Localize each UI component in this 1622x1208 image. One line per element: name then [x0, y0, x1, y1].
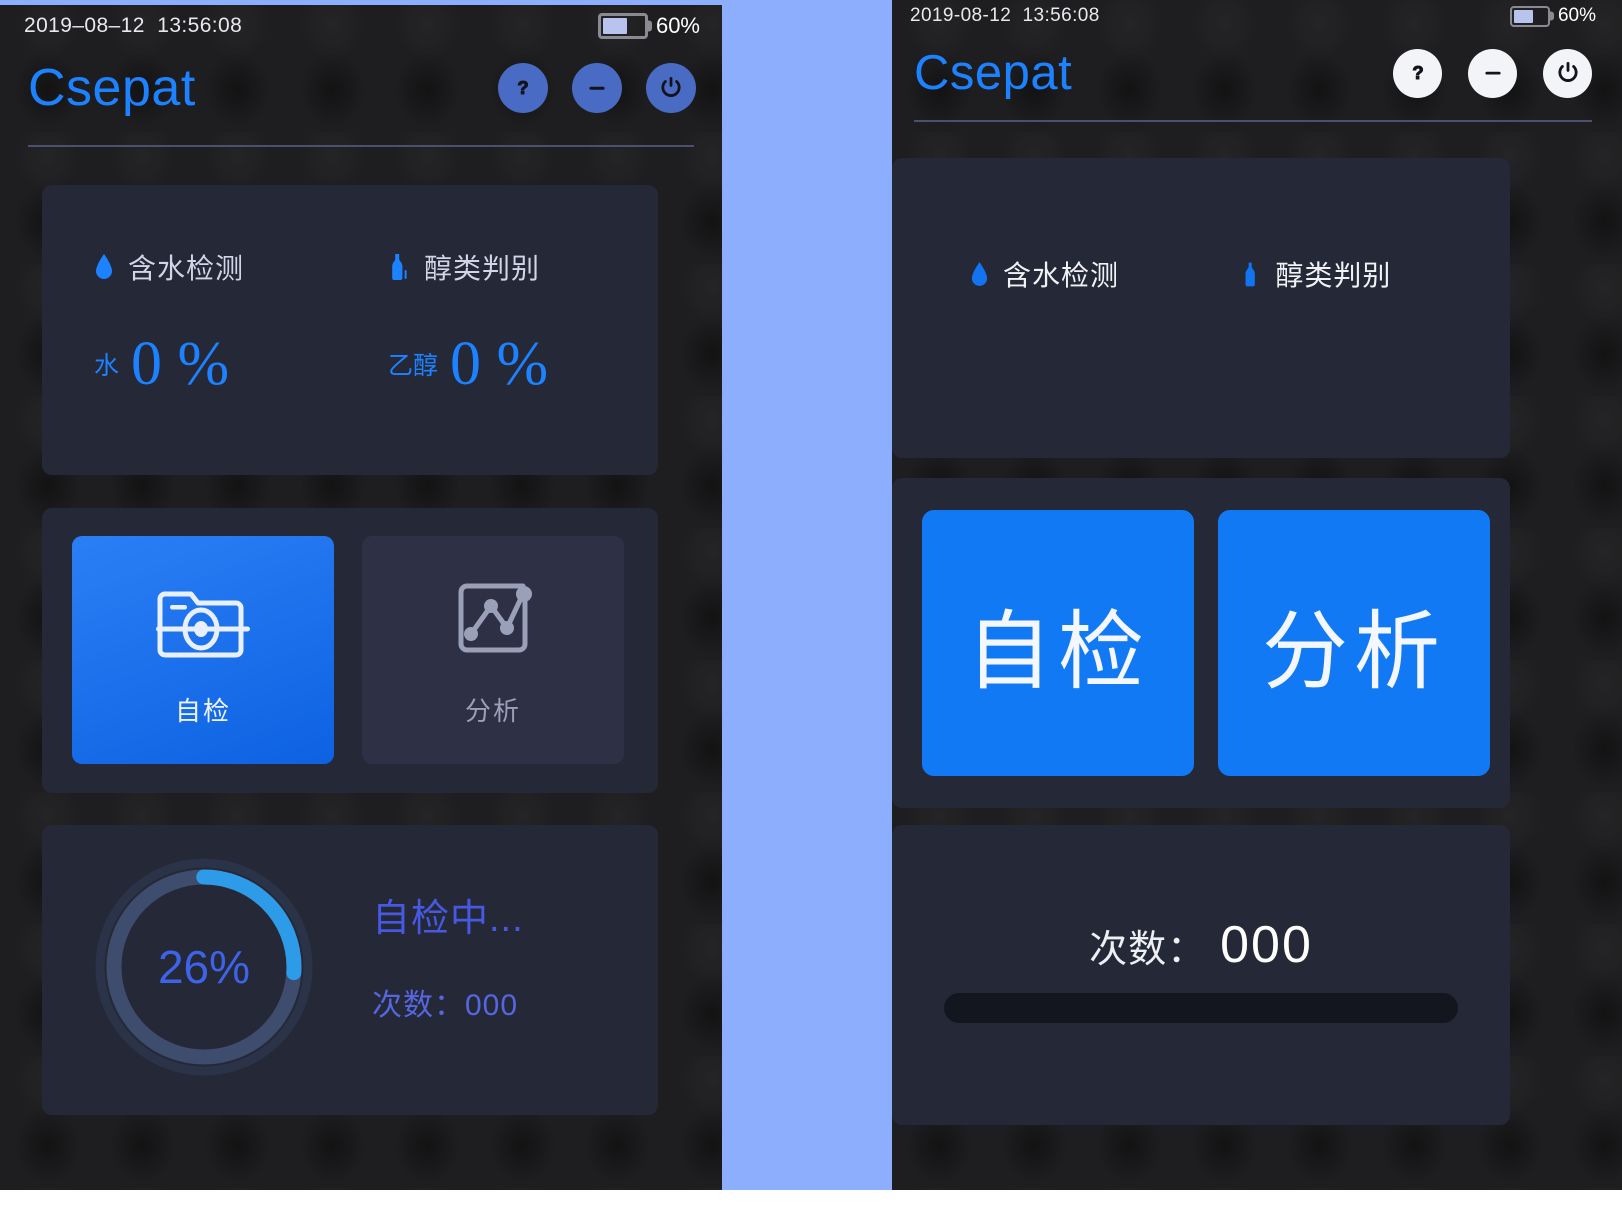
readings-value-row: 水 0 % 乙醇 0 %: [42, 333, 658, 395]
status-bar: 2019-08-12 13:56:08 60%: [892, 5, 1622, 27]
battery-percent-label: 60%: [655, 13, 700, 38]
brand-logo: Csepat: [28, 59, 196, 117]
reading-alcohol-title: 醇类判别: [1213, 254, 1510, 294]
reading-water-value: 水 0 %: [42, 333, 350, 395]
svg-text:?: ?: [517, 77, 528, 98]
reading-title-text: 含水检测: [1003, 260, 1120, 291]
header-divider: [28, 145, 694, 147]
water-drop-icon: [970, 261, 989, 288]
count-value: 000: [1220, 916, 1313, 974]
power-icon: [1557, 62, 1578, 82]
power-button[interactable]: [646, 63, 696, 113]
app-header: Csepat ?: [0, 58, 722, 118]
minus-icon: [1484, 71, 1501, 75]
progress-card: 26% 自检中... 次数：000: [42, 825, 658, 1115]
action-tiles-card: 自检 分析: [42, 508, 658, 793]
reading-water-title: 含水检测: [42, 247, 350, 287]
progress-percent-label: 26%: [157, 941, 251, 993]
progress-text-block: 自检中... 次数：000: [372, 887, 622, 1024]
progress-status-text: 自检中...: [372, 898, 524, 940]
progress-count-text: 次数：000: [372, 989, 519, 1022]
battery-icon: [1509, 5, 1550, 27]
self-check-tile[interactable]: 自检: [72, 536, 334, 764]
minimize-button[interactable]: [572, 63, 622, 113]
svg-text:?: ?: [1412, 62, 1423, 83]
water-drop-icon: [94, 253, 114, 281]
brand-logo: Csepat: [914, 46, 1073, 100]
app-header: Csepat ?: [892, 45, 1622, 101]
reading-title-text: 醇类判别: [1275, 260, 1392, 291]
screenshot-root: 2019–08–12 13:56:08 60% Csepat ? 含水检测 醇类…: [0, 0, 1622, 1208]
count-label: 次数：: [1089, 929, 1207, 971]
reading-unit-label: 乙醇: [388, 352, 439, 380]
readings-card: 含水检测 醇类判别 水 0 % 乙醇 0 %: [42, 185, 658, 475]
bottle-icon: [388, 253, 410, 281]
status-card: 次数： 000: [892, 825, 1510, 1125]
scanner-icon: [155, 572, 251, 669]
power-button[interactable]: [1543, 48, 1592, 98]
reading-title-text: 醇类判别: [424, 253, 541, 284]
reading-value-text: 0 %: [131, 330, 230, 398]
help-button[interactable]: ?: [498, 63, 548, 113]
reading-water-title: 含水检测: [892, 254, 1213, 294]
battery-indicator: 60%: [1509, 5, 1596, 27]
progress-ring: 26%: [90, 853, 318, 1081]
power-icon: [661, 77, 681, 97]
reading-unit-label: 水: [94, 352, 120, 380]
reading-value-text: 0 %: [450, 330, 549, 398]
minimize-button[interactable]: [1468, 48, 1517, 98]
battery-indicator: 60%: [597, 13, 700, 39]
battery-fill: [602, 18, 627, 34]
panel-separator-band: [722, 0, 892, 1190]
status-bar: 2019–08–12 13:56:08 60%: [0, 13, 722, 39]
question-mark-icon: ?: [1411, 61, 1423, 83]
reading-alcohol-value: 乙醇 0 %: [350, 333, 658, 395]
minus-icon: [589, 86, 605, 90]
tile-label: 自检: [174, 696, 231, 726]
header-divider: [914, 120, 1592, 122]
reading-alcohol-title: 醇类判别: [350, 247, 658, 287]
device-panel-right: 2019-08-12 13:56:08 60% Csepat ? 含水检测 醇类…: [892, 0, 1622, 1190]
header-actions: ?: [1393, 48, 1592, 98]
readings-title-row: 含水检测 醇类判别: [892, 254, 1510, 294]
battery-percent-label: 60%: [1557, 5, 1596, 26]
action-tile-row: 自检 分析: [72, 536, 624, 764]
readings-title-row: 含水检测 醇类判别: [42, 247, 658, 287]
line-chart-icon: [447, 572, 539, 669]
bottle-icon: [1241, 261, 1261, 288]
action-button-row: 自检 分析: [922, 510, 1490, 776]
action-buttons-card: 自检 分析: [892, 478, 1510, 808]
reading-title-text: 含水检测: [128, 253, 245, 284]
help-button[interactable]: ?: [1393, 48, 1442, 98]
top-accent-strip: [0, 0, 722, 5]
readings-card: 含水检测 醇类判别: [892, 158, 1510, 458]
battery-icon: [597, 13, 648, 39]
analysis-button[interactable]: 分析: [1218, 510, 1490, 776]
battery-fill: [1513, 9, 1534, 23]
header-actions: ?: [498, 63, 696, 113]
tile-label: 分析: [464, 696, 521, 726]
count-line: 次数： 000: [892, 915, 1510, 975]
status-datetime: 2019-08-12 13:56:08: [910, 5, 1100, 26]
question-mark-icon: ?: [517, 76, 529, 98]
status-datetime: 2019–08–12 13:56:08: [24, 14, 243, 37]
device-panel-left: 2019–08–12 13:56:08 60% Csepat ? 含水检测 醇类…: [0, 0, 722, 1190]
progress-bar: [944, 993, 1458, 1023]
self-check-button[interactable]: 自检: [922, 510, 1194, 776]
analysis-tile[interactable]: 分析: [362, 536, 624, 764]
